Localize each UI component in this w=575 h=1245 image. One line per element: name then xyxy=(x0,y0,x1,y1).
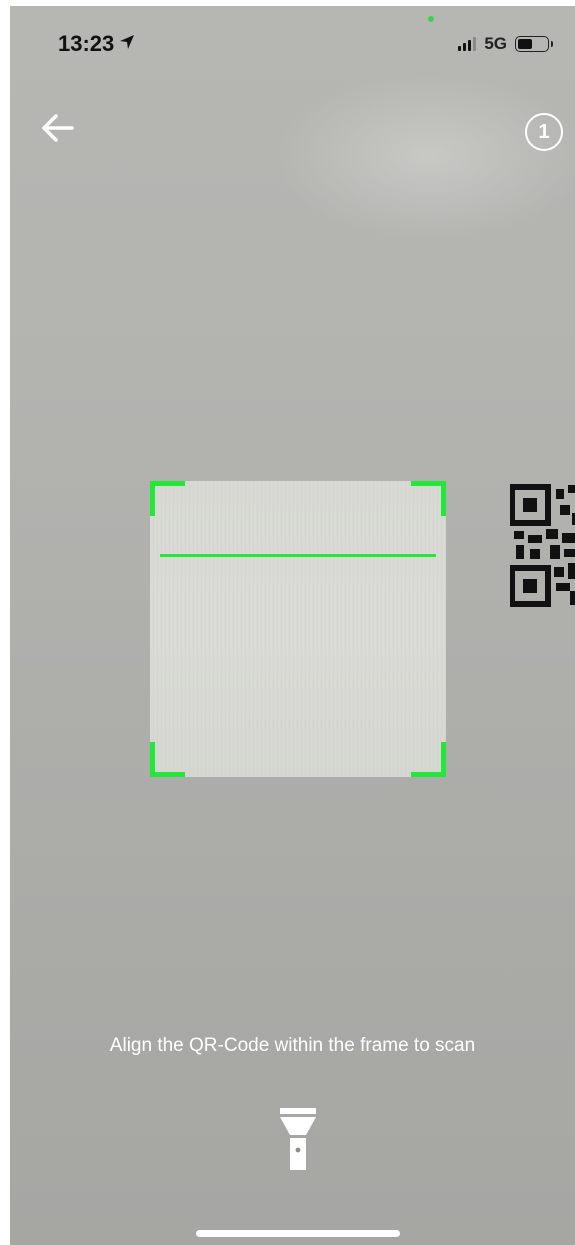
background-qr-code xyxy=(509,483,575,608)
battery-icon xyxy=(515,36,553,52)
flashlight-icon xyxy=(278,1106,318,1181)
scan-hint-text: Align the QR-Code within the frame to sc… xyxy=(109,1035,476,1056)
scan-count-badge[interactable]: 1 xyxy=(525,113,563,151)
privacy-indicator-dot xyxy=(428,16,434,22)
network-label: 5G xyxy=(484,34,507,53)
scanner-screen: 13:23 5G 1 Align the QR-Code within the … xyxy=(10,6,575,1245)
scan-count-label: 1 xyxy=(538,120,550,143)
scan-frame-corner-bottom-right xyxy=(411,742,446,777)
signal-strength-icon xyxy=(458,37,477,51)
scan-frame xyxy=(150,481,446,777)
status-indicators: 5G xyxy=(458,34,553,54)
scan-frame-corner-top-right xyxy=(411,481,446,516)
battery-level xyxy=(518,39,532,49)
scan-frame-corner-bottom-left xyxy=(150,742,185,777)
status-time-label: 13:23 xyxy=(58,31,115,56)
home-indicator[interactable] xyxy=(196,1230,400,1237)
location-arrow-icon xyxy=(118,31,136,57)
scan-line xyxy=(160,554,436,557)
torch-button[interactable] xyxy=(278,1106,318,1176)
scan-frame-corner-top-left xyxy=(150,481,185,516)
status-time: 13:23 xyxy=(58,31,136,57)
back-button[interactable] xyxy=(36,108,80,152)
arrow-left-icon xyxy=(38,108,78,153)
